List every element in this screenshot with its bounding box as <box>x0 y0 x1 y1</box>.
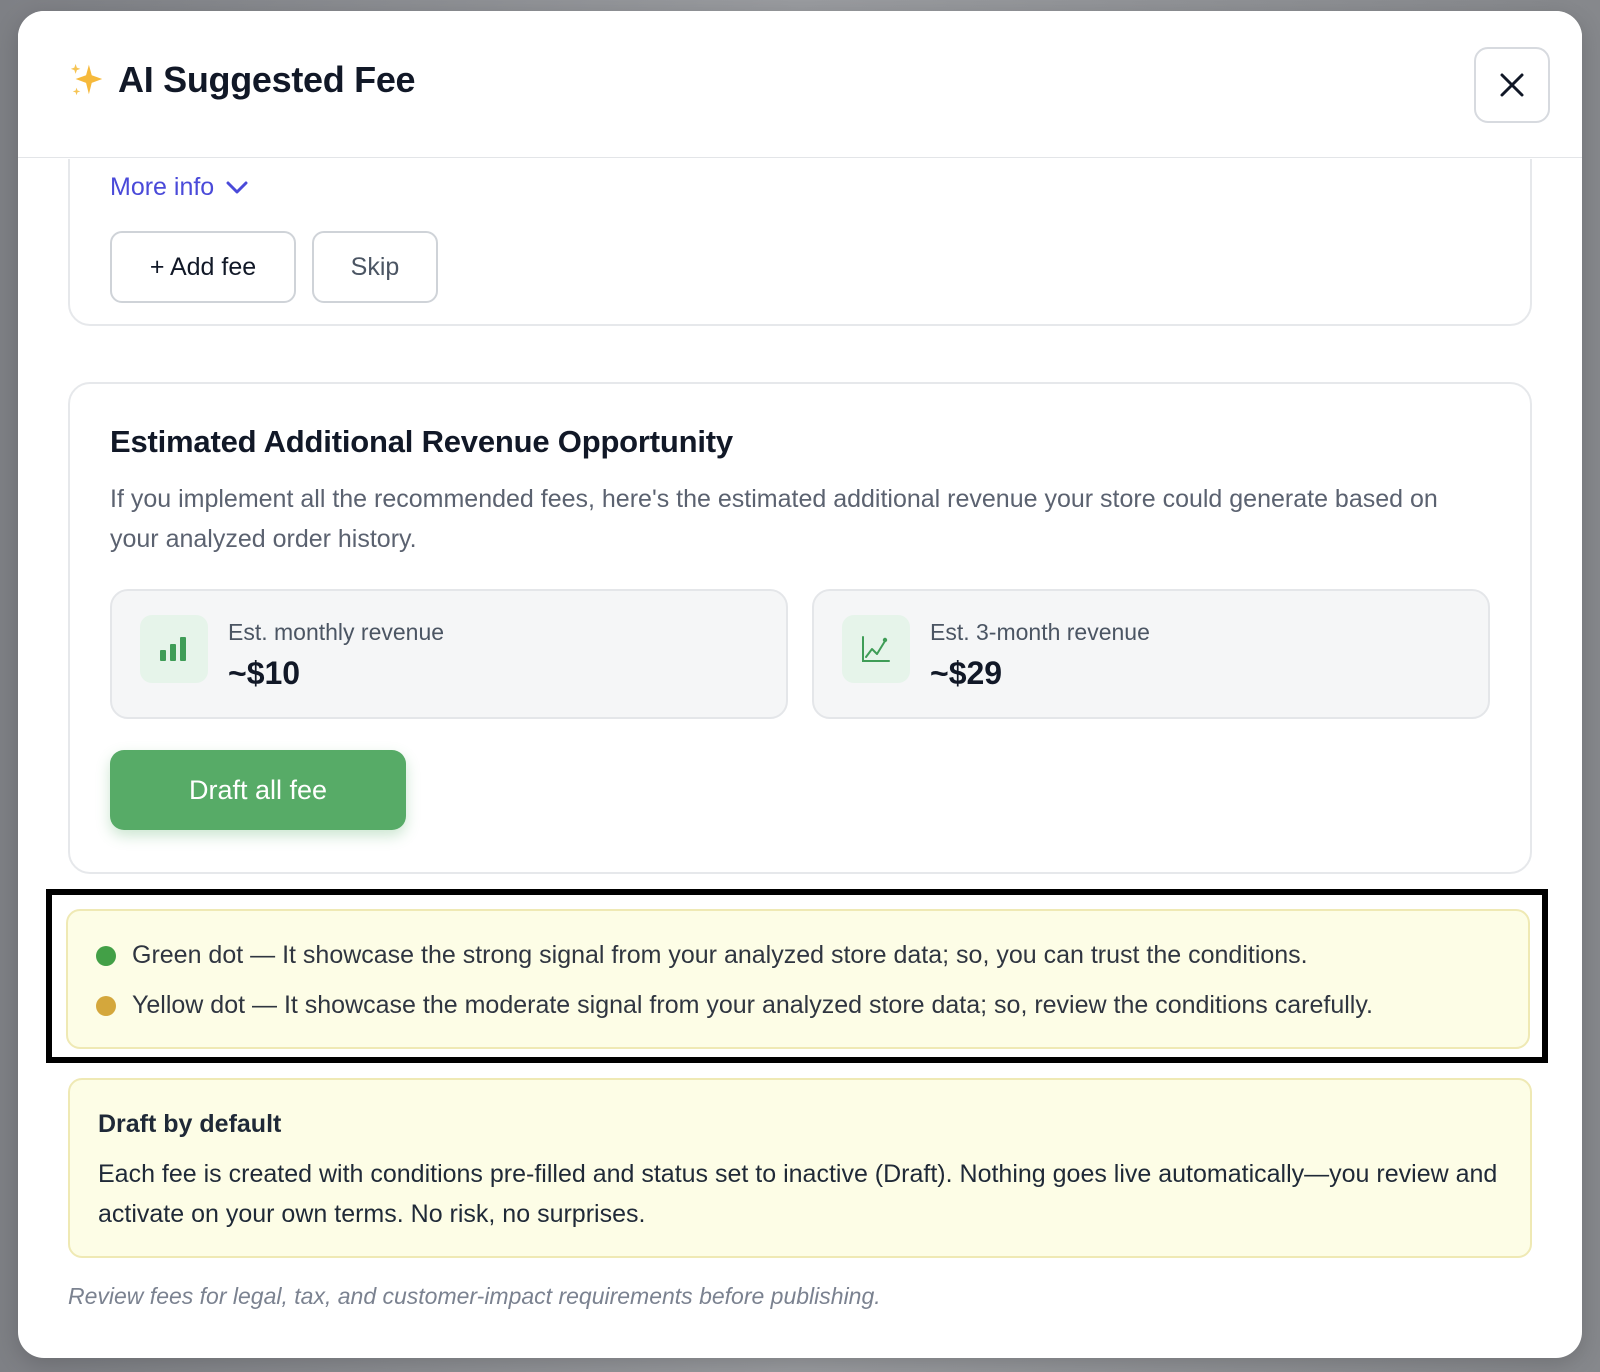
modal-title: AI Suggested Fee <box>118 59 416 100</box>
legend-item-yellow: Yellow dot — It showcase the moderate si… <box>96 991 1373 1020</box>
more-info-label: More info <box>110 173 215 201</box>
line-chart-icon <box>842 615 910 683</box>
signal-legend: Green dot — It showcase the strong signa… <box>66 909 1530 1049</box>
fee-suggestion-card: More info + Add fee Skip <box>68 159 1532 326</box>
revenue-description: If you implement all the recommended fee… <box>110 485 1438 553</box>
skip-button[interactable]: Skip <box>312 231 438 303</box>
legend-text: Green dot — It showcase the strong signa… <box>132 941 1308 969</box>
draft-by-default-notice: Draft by default Each fee is created wit… <box>68 1078 1532 1258</box>
revenue-opportunity-card: Estimated Additional Revenue Opportunity… <box>68 382 1532 874</box>
fee-action-row: + Add fee Skip <box>110 231 438 303</box>
three-month-revenue-stat: Est. 3-month revenue ~$29 <box>812 589 1490 719</box>
add-fee-button[interactable]: + Add fee <box>110 231 296 303</box>
close-button[interactable] <box>1474 47 1550 123</box>
sparkle-icon <box>70 63 103 96</box>
revenue-title: Estimated Additional Revenue Opportunity <box>110 424 733 459</box>
notice-body: Each fee is created with conditions pre-… <box>98 1160 1498 1228</box>
green-dot-icon <box>96 945 116 966</box>
bar-chart-icon <box>140 615 208 683</box>
stat-label: Est. monthly revenue <box>228 619 445 645</box>
modal-title-group: AI Suggested Fee <box>68 59 416 101</box>
yellow-dot-icon <box>96 995 116 1016</box>
draft-all-fee-button[interactable]: Draft all fee <box>110 750 406 830</box>
ai-suggested-fee-modal: AI Suggested Fee More info + Add fee Ski… <box>18 11 1582 1358</box>
modal-header: AI Suggested Fee <box>18 11 1582 158</box>
modal-body[interactable]: More info + Add fee Skip Estimated Addit… <box>18 159 1582 1358</box>
chevron-down-icon <box>226 181 248 193</box>
legend-highlight-frame: Green dot — It showcase the strong signa… <box>46 889 1548 1063</box>
footer-disclaimer: Review fees for legal, tax, and customer… <box>68 1283 881 1309</box>
notice-title: Draft by default <box>98 1110 282 1138</box>
monthly-revenue-stat: Est. monthly revenue ~$10 <box>110 589 788 719</box>
stat-label: Est. 3-month revenue <box>930 619 1150 645</box>
stat-value: ~$29 <box>930 655 1003 691</box>
legend-item-green: Green dot — It showcase the strong signa… <box>96 941 1308 970</box>
more-info-toggle[interactable]: More info <box>110 173 248 202</box>
stat-value: ~$10 <box>228 655 301 691</box>
legend-text: Yellow dot — It showcase the moderate si… <box>132 991 1373 1019</box>
close-icon <box>1500 73 1524 97</box>
